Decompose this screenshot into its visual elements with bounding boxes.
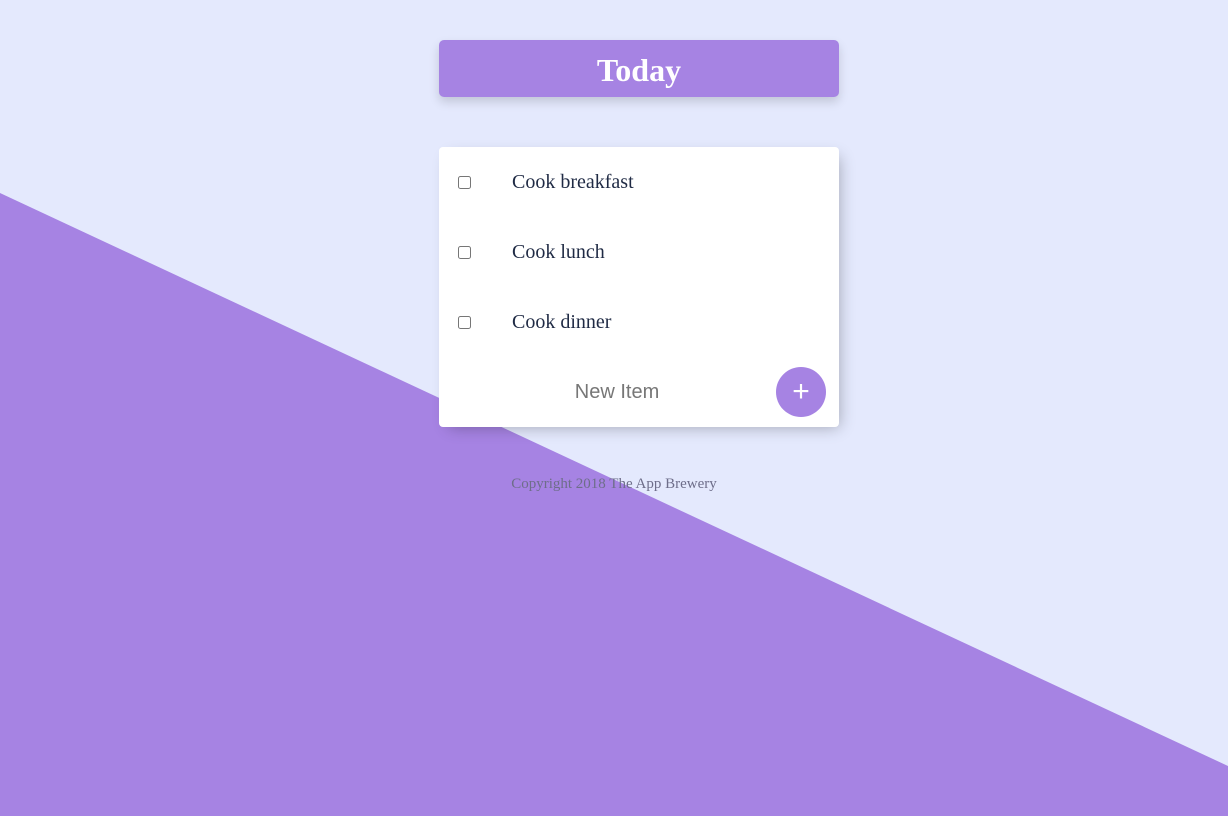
item-checkbox[interactable] (458, 245, 471, 259)
list-item: Cook lunch (439, 217, 839, 287)
heading-box: Today (439, 40, 839, 97)
plus-icon: + (792, 375, 810, 408)
item-label: Cook dinner (512, 310, 612, 333)
item-checkbox[interactable] (458, 315, 471, 329)
list-item: Cook breakfast (439, 147, 839, 217)
add-item-button[interactable]: + (776, 367, 826, 417)
item-checkbox[interactable] (458, 175, 471, 189)
list-item: Cook dinner (439, 287, 839, 357)
page-title: Today (596, 51, 682, 88)
item-label: Cook breakfast (512, 170, 634, 193)
todo-list-card: Cook breakfast Cook lunch Cook dinner + (439, 147, 839, 427)
new-item-input[interactable] (459, 372, 775, 412)
item-label: Cook lunch (512, 240, 605, 263)
new-item-form: + (439, 357, 839, 427)
footer-copyright: Copyright 2018 The App Brewery (511, 476, 717, 492)
